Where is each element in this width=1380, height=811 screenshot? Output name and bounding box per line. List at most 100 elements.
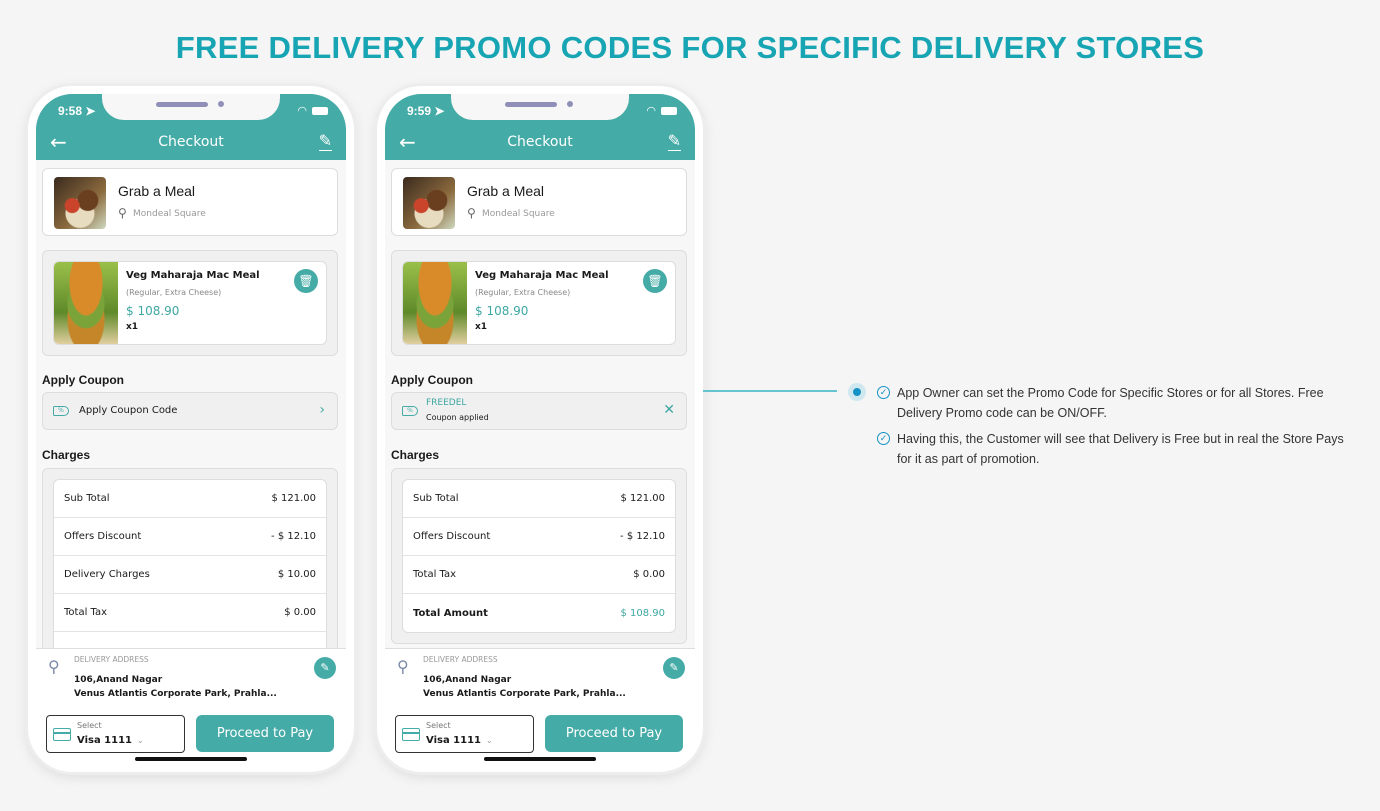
store-card[interactable]: Grab a Meal ⚲ Mondeal Square (391, 168, 687, 236)
total-label: Total Amount (413, 607, 488, 619)
address-pin-icon: ⚲ (48, 657, 60, 676)
battery-icon (661, 106, 677, 115)
charge-label: Sub Total (64, 493, 110, 504)
nav-title: Checkout (507, 134, 573, 150)
feature-item: ✓ App Owner can set the Promo Code for S… (877, 383, 1357, 423)
check-circle-icon: ✓ (877, 386, 890, 399)
store-location: ⚲ Mondeal Square (118, 207, 206, 220)
apply-coupon-button[interactable]: % Apply Coupon Code › (42, 392, 338, 430)
map-pin-icon: ⚲ (118, 206, 127, 220)
applied-coupon[interactable]: % FREEDEL Coupon applied ✕ (391, 392, 687, 430)
store-name: Grab a Meal (118, 183, 196, 199)
charges-table: Sub Total $ 121.00 Offers Discount - $ 12.… (402, 479, 676, 633)
cart-items: Veg Maharaja Mac Meal (Regular, Extra Ch… (42, 250, 338, 356)
status-time: 9:59 ➤ (407, 104, 444, 118)
location-arrow-icon: ➤ (85, 104, 96, 118)
delete-trash-icon[interactable]: 🗑 (294, 269, 318, 293)
charge-value: $ 121.00 (620, 493, 665, 504)
charge-row-discount: Offers Discount - $ 12.10 (403, 518, 675, 556)
notch (102, 94, 280, 120)
apply-coupon-heading: Apply Coupon (391, 373, 473, 387)
total-value: $ 108.90 (620, 607, 665, 619)
speaker (156, 102, 208, 107)
chevron-down-icon: ⌄ (486, 736, 493, 745)
status-time-text: 9:59 (407, 104, 432, 118)
notch (451, 94, 629, 120)
item-price: $ 108.90 (126, 304, 180, 318)
cart-items: Veg Maharaja Mac Meal (Regular, Extra Ch… (391, 250, 687, 356)
callout-bullet-dot (848, 383, 866, 401)
item-price: $ 108.90 (475, 304, 529, 318)
home-indicator (484, 757, 596, 761)
payment-value-text: Visa 1111 (77, 735, 133, 746)
payment-value-text: Visa 1111 (426, 735, 482, 746)
address-pin-icon: ⚲ (397, 657, 409, 676)
status-time-text: 9:58 (58, 104, 83, 118)
store-location: ⚲ Mondeal Square (467, 207, 555, 220)
edit-pencil-icon[interactable]: ✎ (667, 132, 681, 151)
item-image (54, 262, 118, 344)
payment-method-select[interactable]: Select Visa 1111 ⌄ (395, 715, 534, 753)
delivery-address-label: DELIVERY ADDRESS (74, 655, 149, 664)
checkout-footer: ⚲ DELIVERY ADDRESS 106,Anand Nagar Venus… (385, 648, 695, 764)
payment-select-label: Select (77, 721, 102, 730)
status-icons: ◠ (646, 104, 677, 117)
speaker (505, 102, 557, 107)
chevron-down-icon: ⌄ (137, 736, 144, 745)
charges-panel: Sub Total $ 121.00 Offers Discount - $ 12.… (391, 468, 687, 644)
feature-item: ✓ Having this, the Customer will see tha… (877, 429, 1357, 469)
phone-checkout-before: 9:58 ➤ ◠ ← Checkout ✎ Grab a Meal ⚲ Monde… (28, 86, 354, 772)
charges-panel: Sub Total $ 121.00 Offers Discount - $ 12.… (42, 468, 338, 658)
callout-connector-line (703, 390, 837, 392)
charge-label: Total Tax (413, 569, 457, 580)
edit-pencil-icon[interactable]: ✎ (318, 132, 332, 151)
proceed-to-pay-button[interactable]: Proceed to Pay (196, 715, 334, 752)
address-line-2: Venus Atlantis Corporate Park, Prahla... (423, 689, 626, 699)
payment-method-select[interactable]: Select Visa 1111 ⌄ (46, 715, 185, 753)
charge-label: Offers Discount (64, 531, 142, 542)
chevron-right-icon: › (319, 402, 325, 418)
camera (567, 101, 573, 107)
item-options: (Regular, Extra Cheese) (475, 288, 571, 297)
coupon-tag-icon: % (53, 406, 69, 416)
item-quantity: x1 (126, 322, 139, 332)
charge-value: $ 121.00 (271, 493, 316, 504)
item-quantity: x1 (475, 322, 488, 332)
charges-table: Sub Total $ 121.00 Offers Discount - $ 12.… (53, 479, 327, 657)
store-image (54, 177, 106, 229)
charge-row-subtotal: Sub Total $ 121.00 (54, 480, 326, 518)
charge-row-tax: Total Tax $ 0.00 (403, 556, 675, 594)
coupon-code: FREEDEL (426, 398, 467, 408)
remove-coupon-close-icon[interactable]: ✕ (663, 402, 675, 418)
payment-select-label: Select (426, 721, 451, 730)
address-line-1: 106,Anand Nagar (74, 675, 163, 685)
delivery-address-label: DELIVERY ADDRESS (423, 655, 498, 664)
edit-address-icon[interactable]: ✎ (314, 657, 336, 679)
store-location-text: Mondeal Square (133, 208, 206, 219)
edit-address-icon[interactable]: ✎ (663, 657, 685, 679)
charge-row-tax: Total Tax $ 0.00 (54, 594, 326, 632)
delete-trash-icon[interactable]: 🗑 (643, 269, 667, 293)
item-name: Veg Maharaja Mac Meal (126, 270, 260, 281)
proceed-to-pay-button[interactable]: Proceed to Pay (545, 715, 683, 752)
coupon-tag-icon: % (402, 406, 418, 416)
store-card[interactable]: Grab a Meal ⚲ Mondeal Square (42, 168, 338, 236)
camera (218, 101, 224, 107)
address-line-1: 106,Anand Nagar (423, 675, 512, 685)
phone-screen: 9:59 ➤ ◠ ← Checkout ✎ Grab a Meal ⚲ Monde… (385, 94, 695, 764)
cart-item: Veg Maharaja Mac Meal (Regular, Extra Ch… (53, 261, 327, 345)
status-icons: ◠ (297, 104, 328, 117)
apply-coupon-heading: Apply Coupon (42, 373, 124, 387)
feature-text: Having this, the Customer will see that … (897, 432, 1344, 466)
credit-card-icon (402, 728, 420, 741)
charge-label: Total Tax (64, 607, 108, 618)
nav-title: Checkout (158, 134, 224, 150)
wifi-icon: ◠ (297, 104, 307, 117)
map-pin-icon: ⚲ (467, 206, 476, 220)
phone-screen: 9:58 ➤ ◠ ← Checkout ✎ Grab a Meal ⚲ Monde… (36, 94, 346, 764)
charge-label: Sub Total (413, 493, 459, 504)
cart-item: Veg Maharaja Mac Meal (Regular, Extra Ch… (402, 261, 676, 345)
item-image (403, 262, 467, 344)
home-indicator (135, 757, 247, 761)
location-arrow-icon: ➤ (434, 104, 445, 118)
